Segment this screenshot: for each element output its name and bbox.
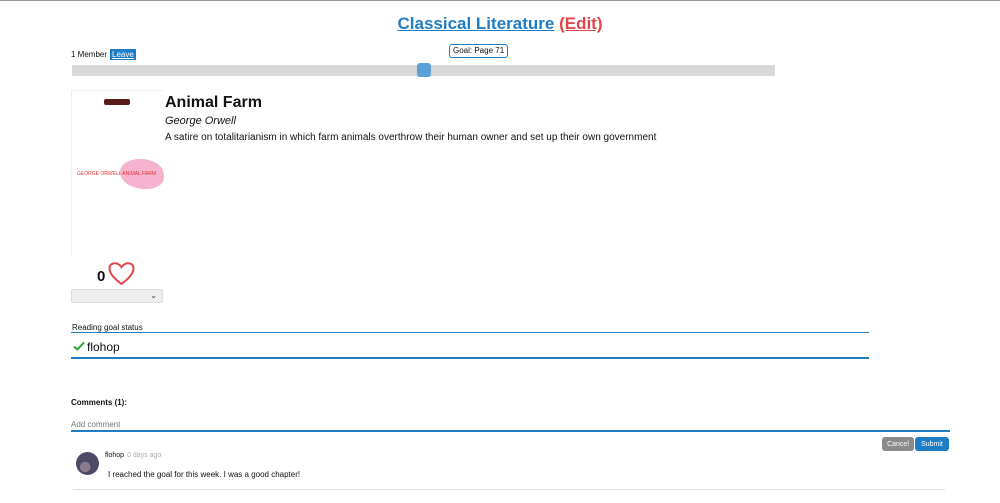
comment-text: I reached the goal for this week. I was … (108, 470, 301, 479)
avatar[interactable] (76, 452, 99, 475)
edit-club-link[interactable]: (Edit) (559, 14, 602, 33)
divider (71, 332, 869, 333)
chevron-down-icon: ⌄ (150, 291, 157, 300)
reading-goal-status-label: Reading goal status (72, 323, 143, 332)
goal-user-name: flohop (87, 340, 120, 354)
likes: 0 (97, 262, 135, 291)
page-title: Classical Literature (Edit) (0, 14, 1000, 34)
goal-status-user: flohop (73, 340, 120, 354)
leave-button[interactable]: Leave (110, 49, 136, 60)
goal-progress-handle[interactable] (416, 63, 431, 77)
goal-tooltip: Goal: Page 71 (449, 44, 509, 58)
heart-icon[interactable] (108, 262, 135, 291)
book-cover[interactable]: GEORGE ORWELL ANIMAL FARM (71, 90, 164, 256)
book-author: George Orwell (165, 115, 236, 127)
cancel-button[interactable]: Cancel (882, 437, 914, 451)
book-title: Animal Farm (165, 94, 262, 111)
club-title-link[interactable]: Classical Literature (397, 14, 554, 33)
comment-input[interactable] (71, 418, 950, 432)
comments-heading: Comments (1): (71, 398, 128, 407)
cover-badge (104, 99, 130, 105)
top-border (0, 0, 1000, 1)
reading-status-select[interactable]: ⌄ (71, 289, 163, 303)
comment-time: 0 days ago (127, 452, 162, 459)
membership-bar: 1 Member Leave (71, 49, 136, 60)
comment-meta: flohop 0 days ago (105, 452, 161, 459)
comment-author[interactable]: flohop (105, 452, 124, 459)
submit-button[interactable]: Submit (915, 437, 949, 451)
book-description: A satire on totalitarianism in which far… (165, 132, 657, 143)
member-count: 1 Member (71, 50, 108, 59)
likes-count: 0 (97, 268, 106, 285)
divider (73, 489, 945, 490)
divider (71, 357, 869, 359)
check-icon (73, 340, 85, 354)
cover-text: GEORGE ORWELL ANIMAL FARM (77, 171, 156, 177)
